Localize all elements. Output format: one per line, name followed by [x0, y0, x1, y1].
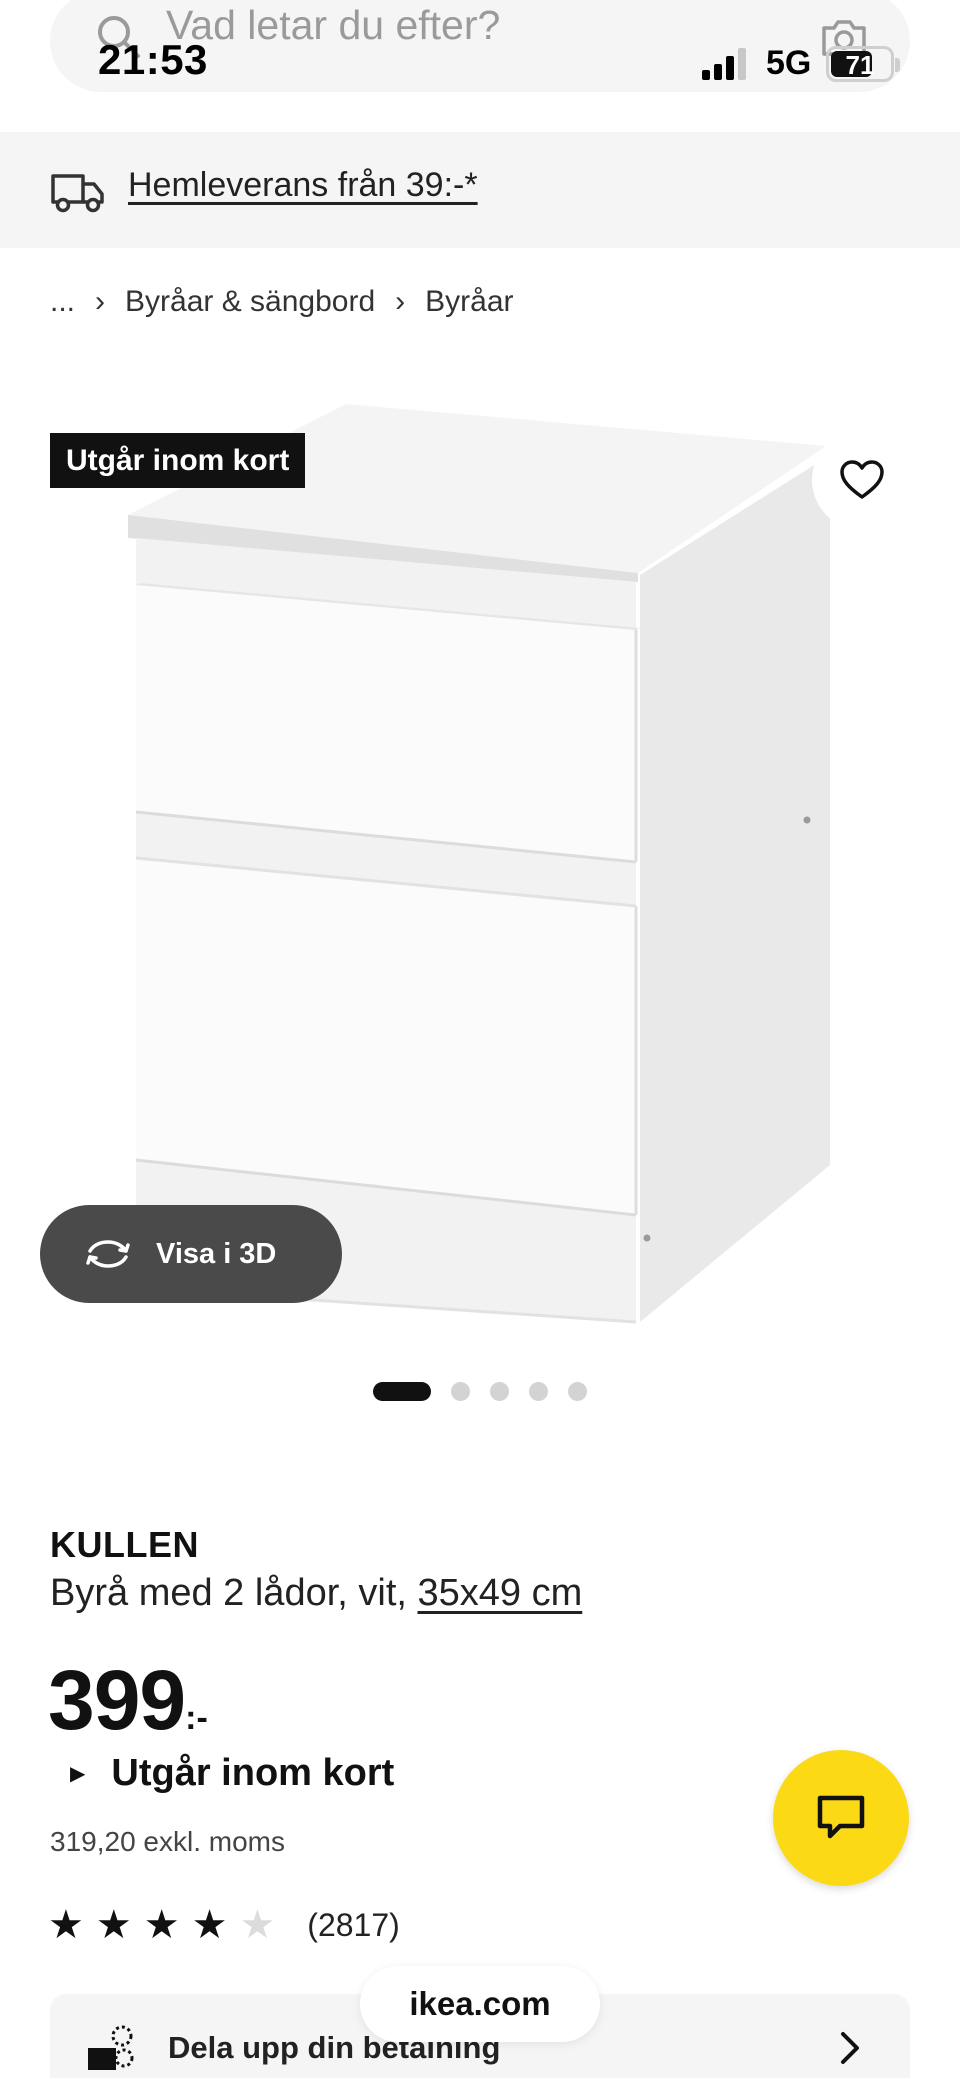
star-filled-icon: ★ [48, 1903, 84, 1947]
star-filled-icon: ★ [95, 1903, 132, 1947]
chat-button[interactable] [773, 1750, 909, 1886]
search-input[interactable]: Vad letar du efter? [166, 2, 500, 49]
rotate-3d-icon [86, 1240, 130, 1268]
price-excl-vat: 319,20 exkl. moms [50, 1826, 285, 1857]
carousel-indicator [0, 1382, 960, 1401]
carousel-dot[interactable] [490, 1382, 509, 1401]
breadcrumb: ... › Byråar & sängbord › Byråar [50, 280, 514, 324]
breadcrumb-ellipsis[interactable]: ... [50, 285, 75, 319]
review-count[interactable]: (2817) [307, 1907, 400, 1944]
chevron-right-icon: › [95, 285, 106, 318]
coin-split-icon [88, 2025, 134, 2070]
rating-stars: ★ ★ ★ ★ ★ [48, 1902, 287, 1948]
carousel-dot[interactable] [529, 1382, 548, 1401]
carousel-dot[interactable] [373, 1382, 431, 1401]
cellular-signal-icon [702, 48, 746, 80]
chevron-right-icon [841, 2032, 859, 2064]
availability-label: Utgår inom kort [111, 1752, 395, 1794]
heart-icon [840, 460, 884, 499]
chevron-right-icon: › [395, 285, 406, 318]
star-empty-icon: ★ [239, 1903, 276, 1947]
network-type: 5G [766, 44, 812, 82]
battery-icon: 71 [826, 46, 894, 82]
star-filled-icon: ★ [143, 1903, 180, 1947]
view-3d-button[interactable]: Visa i 3D [40, 1205, 342, 1303]
price: 399:- [48, 1652, 208, 1749]
availability-toggle[interactable]: ▶ Utgår inom kort [70, 1752, 394, 1795]
battery-level: 71 [845, 50, 875, 80]
battery-cap [895, 58, 900, 72]
view-3d-label: Visa i 3D [156, 1237, 277, 1270]
delivery-banner[interactable]: Hemleverans från 39:-* [0, 132, 960, 248]
product-description-text: Byrå med 2 lådor, vit, [50, 1572, 407, 1614]
delivery-link[interactable]: Hemleverans från 39:-* [128, 166, 478, 205]
price-value: 399 [48, 1653, 186, 1747]
status-time: 21:53 [98, 36, 208, 83]
chat-icon [817, 1795, 865, 1839]
status-badge: Utgår inom kort [50, 433, 306, 488]
favorite-button[interactable] [812, 430, 912, 530]
rating[interactable]: ★ ★ ★ ★ ★ (2817) [48, 1902, 400, 1948]
breadcrumb-item-chests-nightstands[interactable]: Byråar & sängbord [125, 285, 375, 319]
star-filled-icon: ★ [191, 1903, 228, 1947]
truck-icon [51, 174, 104, 213]
product-size-link[interactable]: 35x49 cm [418, 1572, 583, 1614]
triangle-right-icon: ▶ [70, 1763, 86, 1785]
product-description: Byrå med 2 lådor, vit, 35x49 cm [50, 1572, 582, 1615]
breadcrumb-item-chests[interactable]: Byråar [425, 285, 513, 319]
product-name: KULLEN [50, 1524, 199, 1565]
price-suffix: :- [185, 1699, 208, 1737]
browser-url-bar[interactable]: ikea.com [360, 1966, 600, 2042]
carousel-dot[interactable] [568, 1382, 587, 1401]
carousel-dot[interactable] [451, 1382, 470, 1401]
